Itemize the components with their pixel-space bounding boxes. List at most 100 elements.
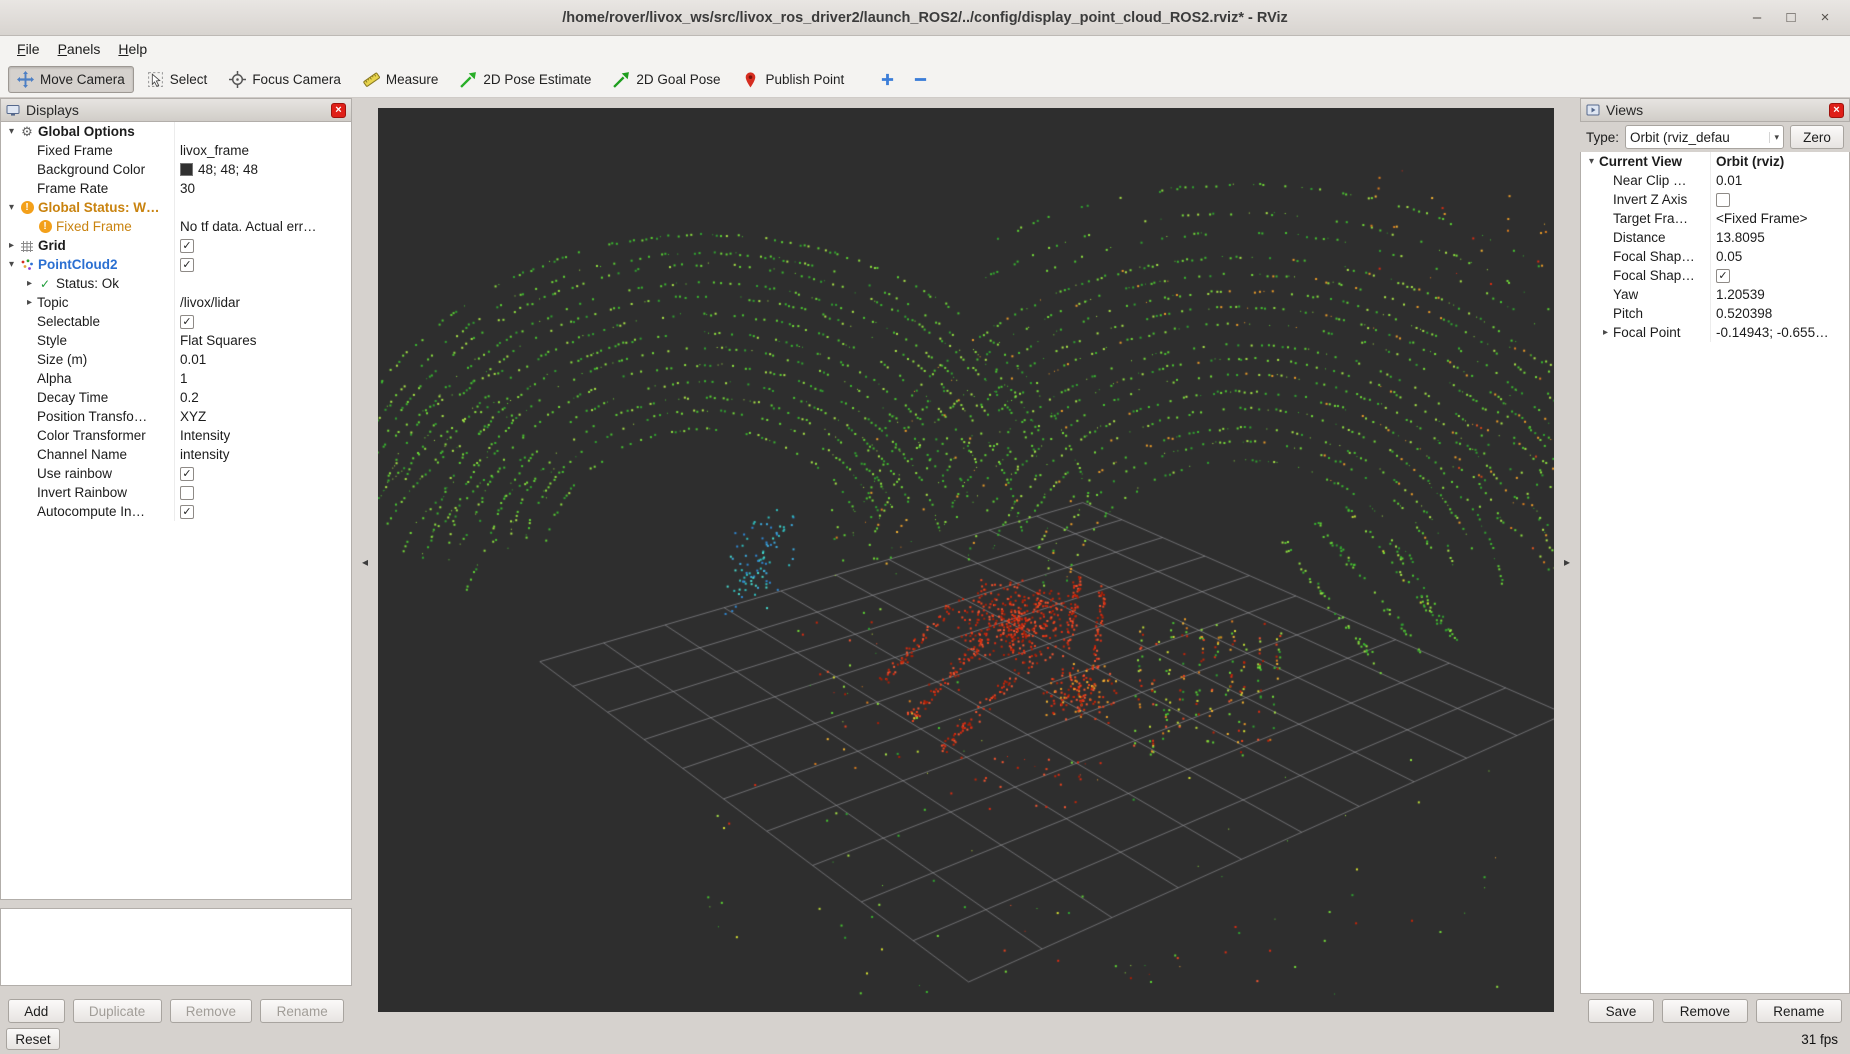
expander-open-icon[interactable]: ▾ [4, 259, 19, 270]
property-name: Channel Name [37, 447, 127, 462]
zero-button[interactable]: Zero [1790, 125, 1844, 149]
expander-open-icon[interactable]: ▾ [1584, 156, 1599, 167]
add-tool-button[interactable] [873, 67, 902, 92]
checkbox-unchecked[interactable] [180, 486, 194, 500]
select-tool-button[interactable]: Select [138, 66, 217, 93]
property-name: Position Transfo… [37, 409, 147, 424]
property-row-focal-shap[interactable]: Focal Shap…✓ [1581, 266, 1849, 285]
property-row-current-view[interactable]: ▾Current ViewOrbit (rviz) [1581, 152, 1849, 171]
property-row-decay-time[interactable]: Decay Time0.2 [1, 388, 351, 407]
property-row-channel-name[interactable]: Channel Nameintensity [1, 445, 351, 464]
warning-icon: ! [37, 220, 53, 233]
expander-closed-icon[interactable]: ▸ [22, 278, 37, 289]
menu-item-help[interactable]: Help [109, 38, 156, 60]
rename-button[interactable]: Rename [1756, 999, 1842, 1023]
checkbox-checked[interactable]: ✓ [1716, 269, 1730, 283]
property-row-frame-rate[interactable]: Frame Rate30 [1, 179, 351, 198]
checkbox-checked[interactable]: ✓ [180, 315, 194, 329]
collapse-views-button[interactable]: ▸ [1564, 555, 1570, 569]
property-value-cell: ✓ [1711, 266, 1849, 285]
property-row-autocompute-in[interactable]: Autocompute In…✓ [1, 502, 351, 521]
property-value: 0.01 [1716, 173, 1742, 188]
property-row-fixed-frame[interactable]: Fixed Frame livox_frame [1, 141, 351, 160]
2d-goal-pose-tool-button[interactable]: 2D Goal Pose [604, 66, 729, 93]
property-row-selectable[interactable]: Selectable✓ [1, 312, 351, 331]
add-button[interactable]: Add [8, 999, 65, 1023]
checkbox-checked[interactable]: ✓ [180, 505, 194, 519]
property-row-fixed-frame[interactable]: !Fixed FrameNo tf data. Actual err… [1, 217, 351, 236]
collapse-displays-button[interactable]: ◂ [362, 555, 368, 569]
property-row-use-rainbow[interactable]: Use rainbow ✓ [1, 464, 351, 483]
close-button[interactable]: × [1814, 7, 1836, 29]
property-name: Global Status: W… [38, 200, 160, 215]
minimize-button[interactable]: – [1746, 7, 1768, 29]
expander-closed-icon[interactable]: ▸ [22, 297, 37, 308]
property-row-invert-rainbow[interactable]: Invert Rainbow [1, 483, 351, 502]
property-name: Distance [1613, 230, 1666, 245]
property-row-distance[interactable]: Distance13.8095 [1581, 228, 1849, 247]
checkbox-unchecked[interactable] [1716, 193, 1730, 207]
property-row-focal-point[interactable]: ▸Focal Point-0.14943; -0.655… [1581, 323, 1849, 342]
remove-tool-icon [913, 72, 928, 87]
checkbox-checked[interactable]: ✓ [180, 258, 194, 272]
property-row-position-transfo[interactable]: Position Transfo…XYZ [1, 407, 351, 426]
publish-point-tool-button[interactable]: Publish Point [733, 66, 853, 93]
menu-item-file[interactable]: File [8, 38, 49, 60]
left-splitter[interactable]: ◂ [352, 98, 378, 1026]
property-row-global-status-w[interactable]: ▾!Global Status: W… [1, 198, 351, 217]
property-value: -0.14943; -0.655… [1716, 325, 1829, 340]
property-row-yaw[interactable]: Yaw1.20539 [1581, 285, 1849, 304]
checkbox-checked[interactable]: ✓ [180, 239, 194, 253]
duplicate-button[interactable]: Duplicate [73, 999, 162, 1023]
property-row-near-clip[interactable]: Near Clip …0.01 [1581, 171, 1849, 190]
property-name: Alpha [37, 371, 72, 386]
property-row-status-ok[interactable]: ▸✓Status: Ok [1, 274, 351, 293]
property-row-topic[interactable]: ▸Topic/livox/lidar [1, 293, 351, 312]
remove-tool-button[interactable] [906, 67, 935, 92]
property-name: Frame Rate [37, 181, 108, 196]
property-row-alpha[interactable]: Alpha1 [1, 369, 351, 388]
property-row-color-transformer[interactable]: Color TransformerIntensity [1, 426, 351, 445]
maximize-button[interactable]: □ [1780, 7, 1802, 29]
expander-open-icon[interactable]: ▾ [4, 126, 19, 137]
view-type-combo[interactable]: Orbit (rviz_defau ▾ [1625, 125, 1784, 149]
property-name: Use rainbow [37, 466, 112, 481]
remove-button[interactable]: Remove [170, 999, 253, 1023]
2d-pose-estimate-tool-button[interactable]: 2D Pose Estimate [451, 66, 600, 93]
viewport-canvas[interactable] [378, 108, 1554, 1012]
property-value: 1.20539 [1716, 287, 1765, 302]
property-row-pointcloud2[interactable]: ▾PointCloud2 ✓ [1, 255, 351, 274]
views-close-button[interactable]: × [1829, 103, 1844, 118]
property-row-focal-shap[interactable]: Focal Shap…0.05 [1581, 247, 1849, 266]
menu-item-panels[interactable]: Panels [49, 38, 110, 60]
property-label-cell: ▾PointCloud2 [1, 255, 175, 274]
expander-closed-icon[interactable]: ▸ [4, 240, 19, 251]
remove-button[interactable]: Remove [1662, 999, 1748, 1023]
title-bar[interactable]: /home/rover/livox_ws/src/livox_ros_drive… [0, 0, 1850, 36]
property-row-background-color[interactable]: Background Color48; 48; 48 [1, 160, 351, 179]
right-splitter[interactable]: ▸ [1554, 98, 1580, 1026]
displays-close-button[interactable]: × [331, 103, 346, 118]
select-icon [147, 71, 164, 88]
rename-button[interactable]: Rename [260, 999, 344, 1023]
expander-open-icon[interactable]: ▾ [4, 202, 19, 213]
property-row-pitch[interactable]: Pitch0.520398 [1581, 304, 1849, 323]
property-row-global-options[interactable]: ▾⚙Global Options [1, 122, 351, 141]
views-panel-header[interactable]: Views × [1580, 98, 1850, 122]
property-label-cell: Fixed Frame [1, 141, 175, 160]
measure-tool-button[interactable]: Measure [354, 66, 448, 93]
reset-button[interactable]: Reset [6, 1028, 60, 1050]
property-label-cell: Size (m) [1, 350, 175, 369]
property-row-invert-z-axis[interactable]: Invert Z Axis [1581, 190, 1849, 209]
property-row-style[interactable]: StyleFlat Squares [1, 331, 351, 350]
property-value: livox_frame [180, 143, 249, 158]
property-row-target-fra[interactable]: Target Fra…<Fixed Frame> [1581, 209, 1849, 228]
save-button[interactable]: Save [1588, 999, 1654, 1023]
focus-camera-tool-button[interactable]: Focus Camera [220, 66, 350, 93]
property-row-size-m[interactable]: Size (m)0.01 [1, 350, 351, 369]
displays-panel-header[interactable]: Displays × [0, 98, 352, 122]
checkbox-checked[interactable]: ✓ [180, 467, 194, 481]
property-row-grid[interactable]: ▸Grid✓ [1, 236, 351, 255]
move-camera-tool-button[interactable]: Move Camera [8, 66, 134, 93]
expander-closed-icon[interactable]: ▸ [1598, 327, 1613, 338]
